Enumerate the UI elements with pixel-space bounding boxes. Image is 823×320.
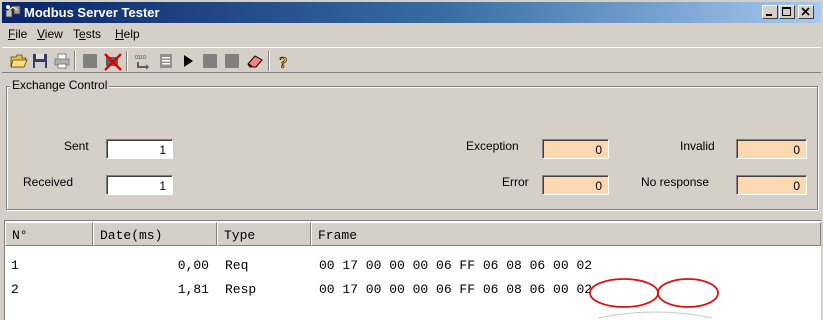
menu-bar: File View Tests Help xyxy=(2,25,821,44)
row-date: 0,00 xyxy=(177,258,209,273)
sent-counter: 1 xyxy=(106,139,173,159)
menu-tests[interactable]: Tests xyxy=(73,27,101,41)
list-header: N° Date(ms) Type Frame xyxy=(5,222,821,246)
square-icon[interactable] xyxy=(222,51,242,71)
received-counter: 1 xyxy=(106,175,173,195)
error-counter: 0 xyxy=(542,175,609,195)
row-frame: 00 17 00 00 00 06 FF 06 08 06 00 02 xyxy=(319,282,593,297)
invalid-label: Invalid xyxy=(680,139,715,153)
sent-label: Sent xyxy=(64,139,89,153)
row-frame: 00 17 00 00 00 06 FF 06 08 06 00 02 xyxy=(319,258,593,273)
row-type: Resp xyxy=(225,282,257,297)
no-response-label: No response xyxy=(641,175,710,189)
row-number: 2 xyxy=(11,282,19,297)
no-response-counter: 0 xyxy=(736,175,807,195)
exception-label: Exception xyxy=(466,139,519,153)
toolbar: 0110 ? xyxy=(2,47,821,73)
open-folder-icon[interactable] xyxy=(8,51,28,71)
window-title: Modbus Server Tester xyxy=(24,5,160,20)
square-icon[interactable] xyxy=(200,51,220,71)
received-label: Received xyxy=(23,175,74,189)
print-icon[interactable] xyxy=(52,51,72,71)
column-header-type[interactable]: Type xyxy=(217,222,311,246)
invalid-counter: 0 xyxy=(736,139,807,159)
minimize-button[interactable] xyxy=(762,5,778,19)
row-date: 1,81 xyxy=(177,282,209,297)
row-type: Req xyxy=(225,258,249,273)
network-disconnect-icon[interactable] xyxy=(102,51,122,71)
column-header-number[interactable]: N° xyxy=(5,222,93,246)
app-window: Modbus Server Tester File View Tests Hel… xyxy=(0,0,823,320)
column-header-date[interactable]: Date(ms) xyxy=(93,222,217,246)
title-bar[interactable]: Modbus Server Tester xyxy=(2,2,821,23)
help-question-icon[interactable]: ? xyxy=(274,51,294,71)
row-number: 1 xyxy=(11,258,19,273)
modbus-exchange-icon[interactable]: 0110 xyxy=(132,51,152,71)
frame-list[interactable]: N° Date(ms) Type Frame 1 0,00 Req 00 17 … xyxy=(4,220,821,320)
app-icon xyxy=(5,4,21,20)
close-button[interactable] xyxy=(798,5,814,19)
menu-help[interactable]: Help xyxy=(115,27,140,41)
menu-view[interactable]: View xyxy=(37,27,63,41)
play-icon[interactable] xyxy=(178,51,198,71)
toolbar-separator xyxy=(126,51,128,71)
eraser-icon[interactable] xyxy=(244,51,264,71)
menu-file[interactable]: File xyxy=(8,27,27,41)
list-icon[interactable] xyxy=(156,51,176,71)
toolbar-separator xyxy=(74,51,76,71)
exception-counter: 0 xyxy=(542,139,609,159)
toolbar-separator xyxy=(268,51,270,71)
table-row[interactable]: 1 0,00 Req 00 17 00 00 00 06 FF 06 08 06… xyxy=(5,256,821,276)
column-header-frame[interactable]: Frame xyxy=(311,222,821,246)
stop-icon[interactable] xyxy=(80,51,100,71)
save-disk-icon[interactable] xyxy=(30,51,50,71)
svg-text:?: ? xyxy=(279,53,288,71)
exchange-control-title: Exchange Control xyxy=(10,78,110,92)
error-label: Error xyxy=(502,175,529,189)
svg-text:0110: 0110 xyxy=(135,55,146,61)
table-row[interactable]: 2 1,81 Resp 00 17 00 00 00 06 FF 06 08 0… xyxy=(5,280,821,300)
maximize-button[interactable] xyxy=(779,5,795,19)
